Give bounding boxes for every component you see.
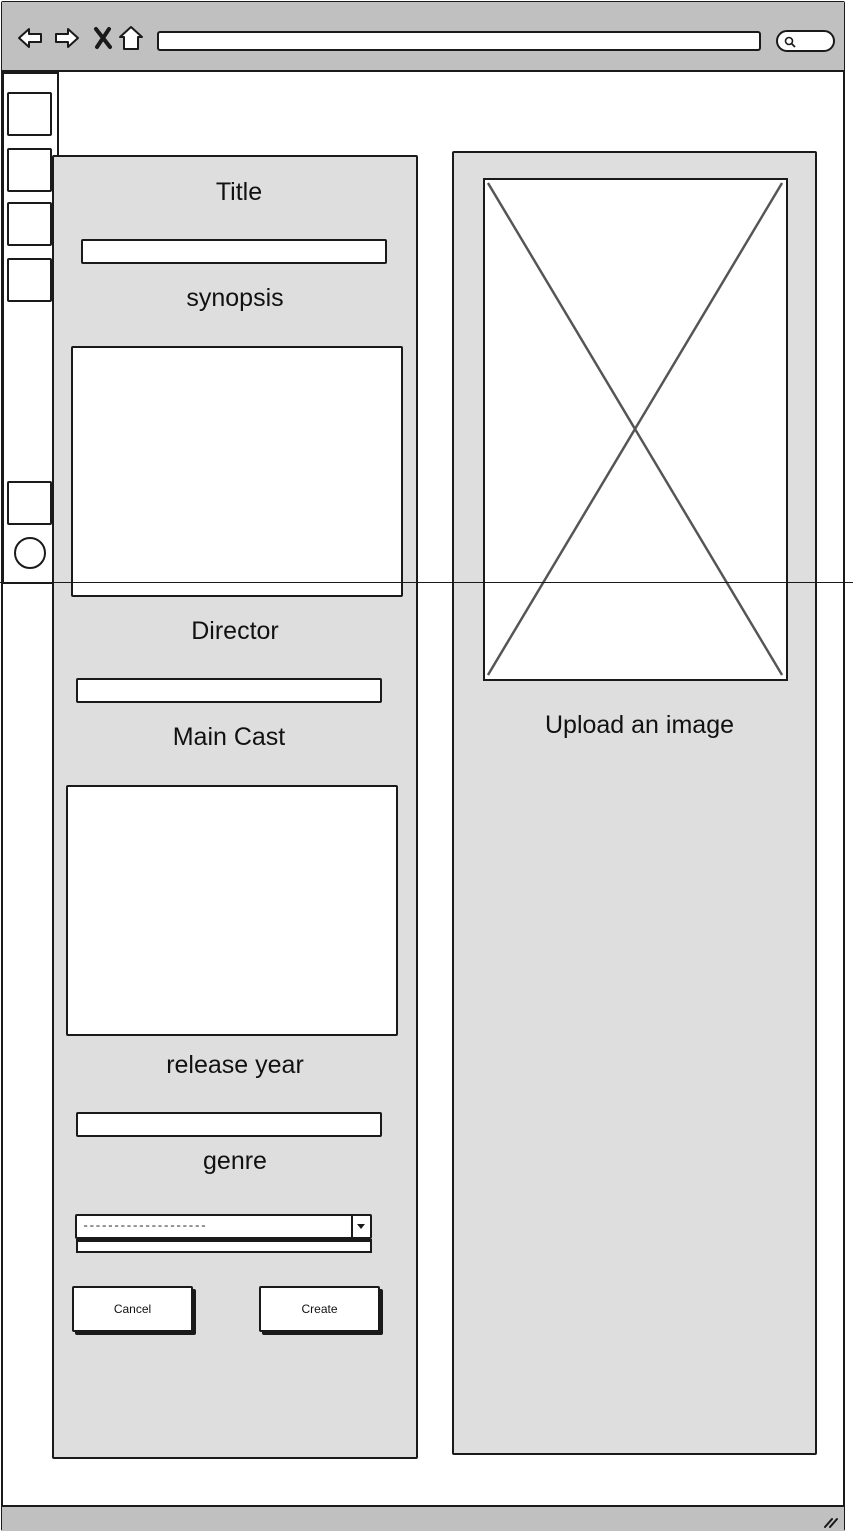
- sidebar-item-1[interactable]: [7, 92, 52, 136]
- status-bar: [2, 1505, 844, 1531]
- title-input[interactable]: [81, 239, 387, 264]
- synopsis-label: synopsis: [186, 284, 284, 312]
- home-icon[interactable]: [117, 24, 145, 52]
- genre-select-value: --------------------: [82, 1219, 207, 1233]
- upload-image-label: Upload an image: [544, 711, 734, 739]
- search-icon: [784, 36, 796, 48]
- browser-toolbar: [2, 2, 844, 72]
- url-bar[interactable]: [157, 31, 761, 51]
- image-placeholder[interactable]: [483, 178, 788, 681]
- cancel-button[interactable]: Cancel: [72, 1286, 193, 1332]
- main-cast-textarea[interactable]: [66, 785, 398, 1036]
- sidebar-item-3[interactable]: [7, 202, 52, 246]
- genre-select-list: [76, 1239, 372, 1253]
- synopsis-textarea[interactable]: [71, 346, 403, 597]
- chevron-down-icon[interactable]: [351, 1216, 370, 1237]
- separator-line: [0, 582, 853, 583]
- close-x-icon[interactable]: [89, 24, 117, 52]
- back-arrow-icon[interactable]: [16, 24, 44, 52]
- director-label: Director: [191, 617, 279, 645]
- create-button[interactable]: Create: [259, 1286, 380, 1332]
- genre-label: genre: [203, 1147, 267, 1175]
- release-year-label: release year: [166, 1051, 304, 1079]
- release-year-input[interactable]: [76, 1112, 382, 1137]
- image-placeholder-icon: [486, 182, 784, 676]
- forward-arrow-icon[interactable]: [53, 24, 81, 52]
- resize-grip-icon[interactable]: [822, 1513, 838, 1528]
- main-cast-label: Main Cast: [172, 723, 286, 751]
- title-label: Title: [215, 178, 263, 206]
- genre-select[interactable]: --------------------: [75, 1214, 372, 1239]
- sidebar-item-4[interactable]: [7, 258, 52, 302]
- browser-search-box[interactable]: [776, 30, 835, 52]
- sidebar-avatar[interactable]: [14, 537, 46, 569]
- sidebar-item-5[interactable]: [7, 481, 52, 525]
- sidebar-item-2[interactable]: [7, 148, 52, 192]
- director-input[interactable]: [76, 678, 382, 703]
